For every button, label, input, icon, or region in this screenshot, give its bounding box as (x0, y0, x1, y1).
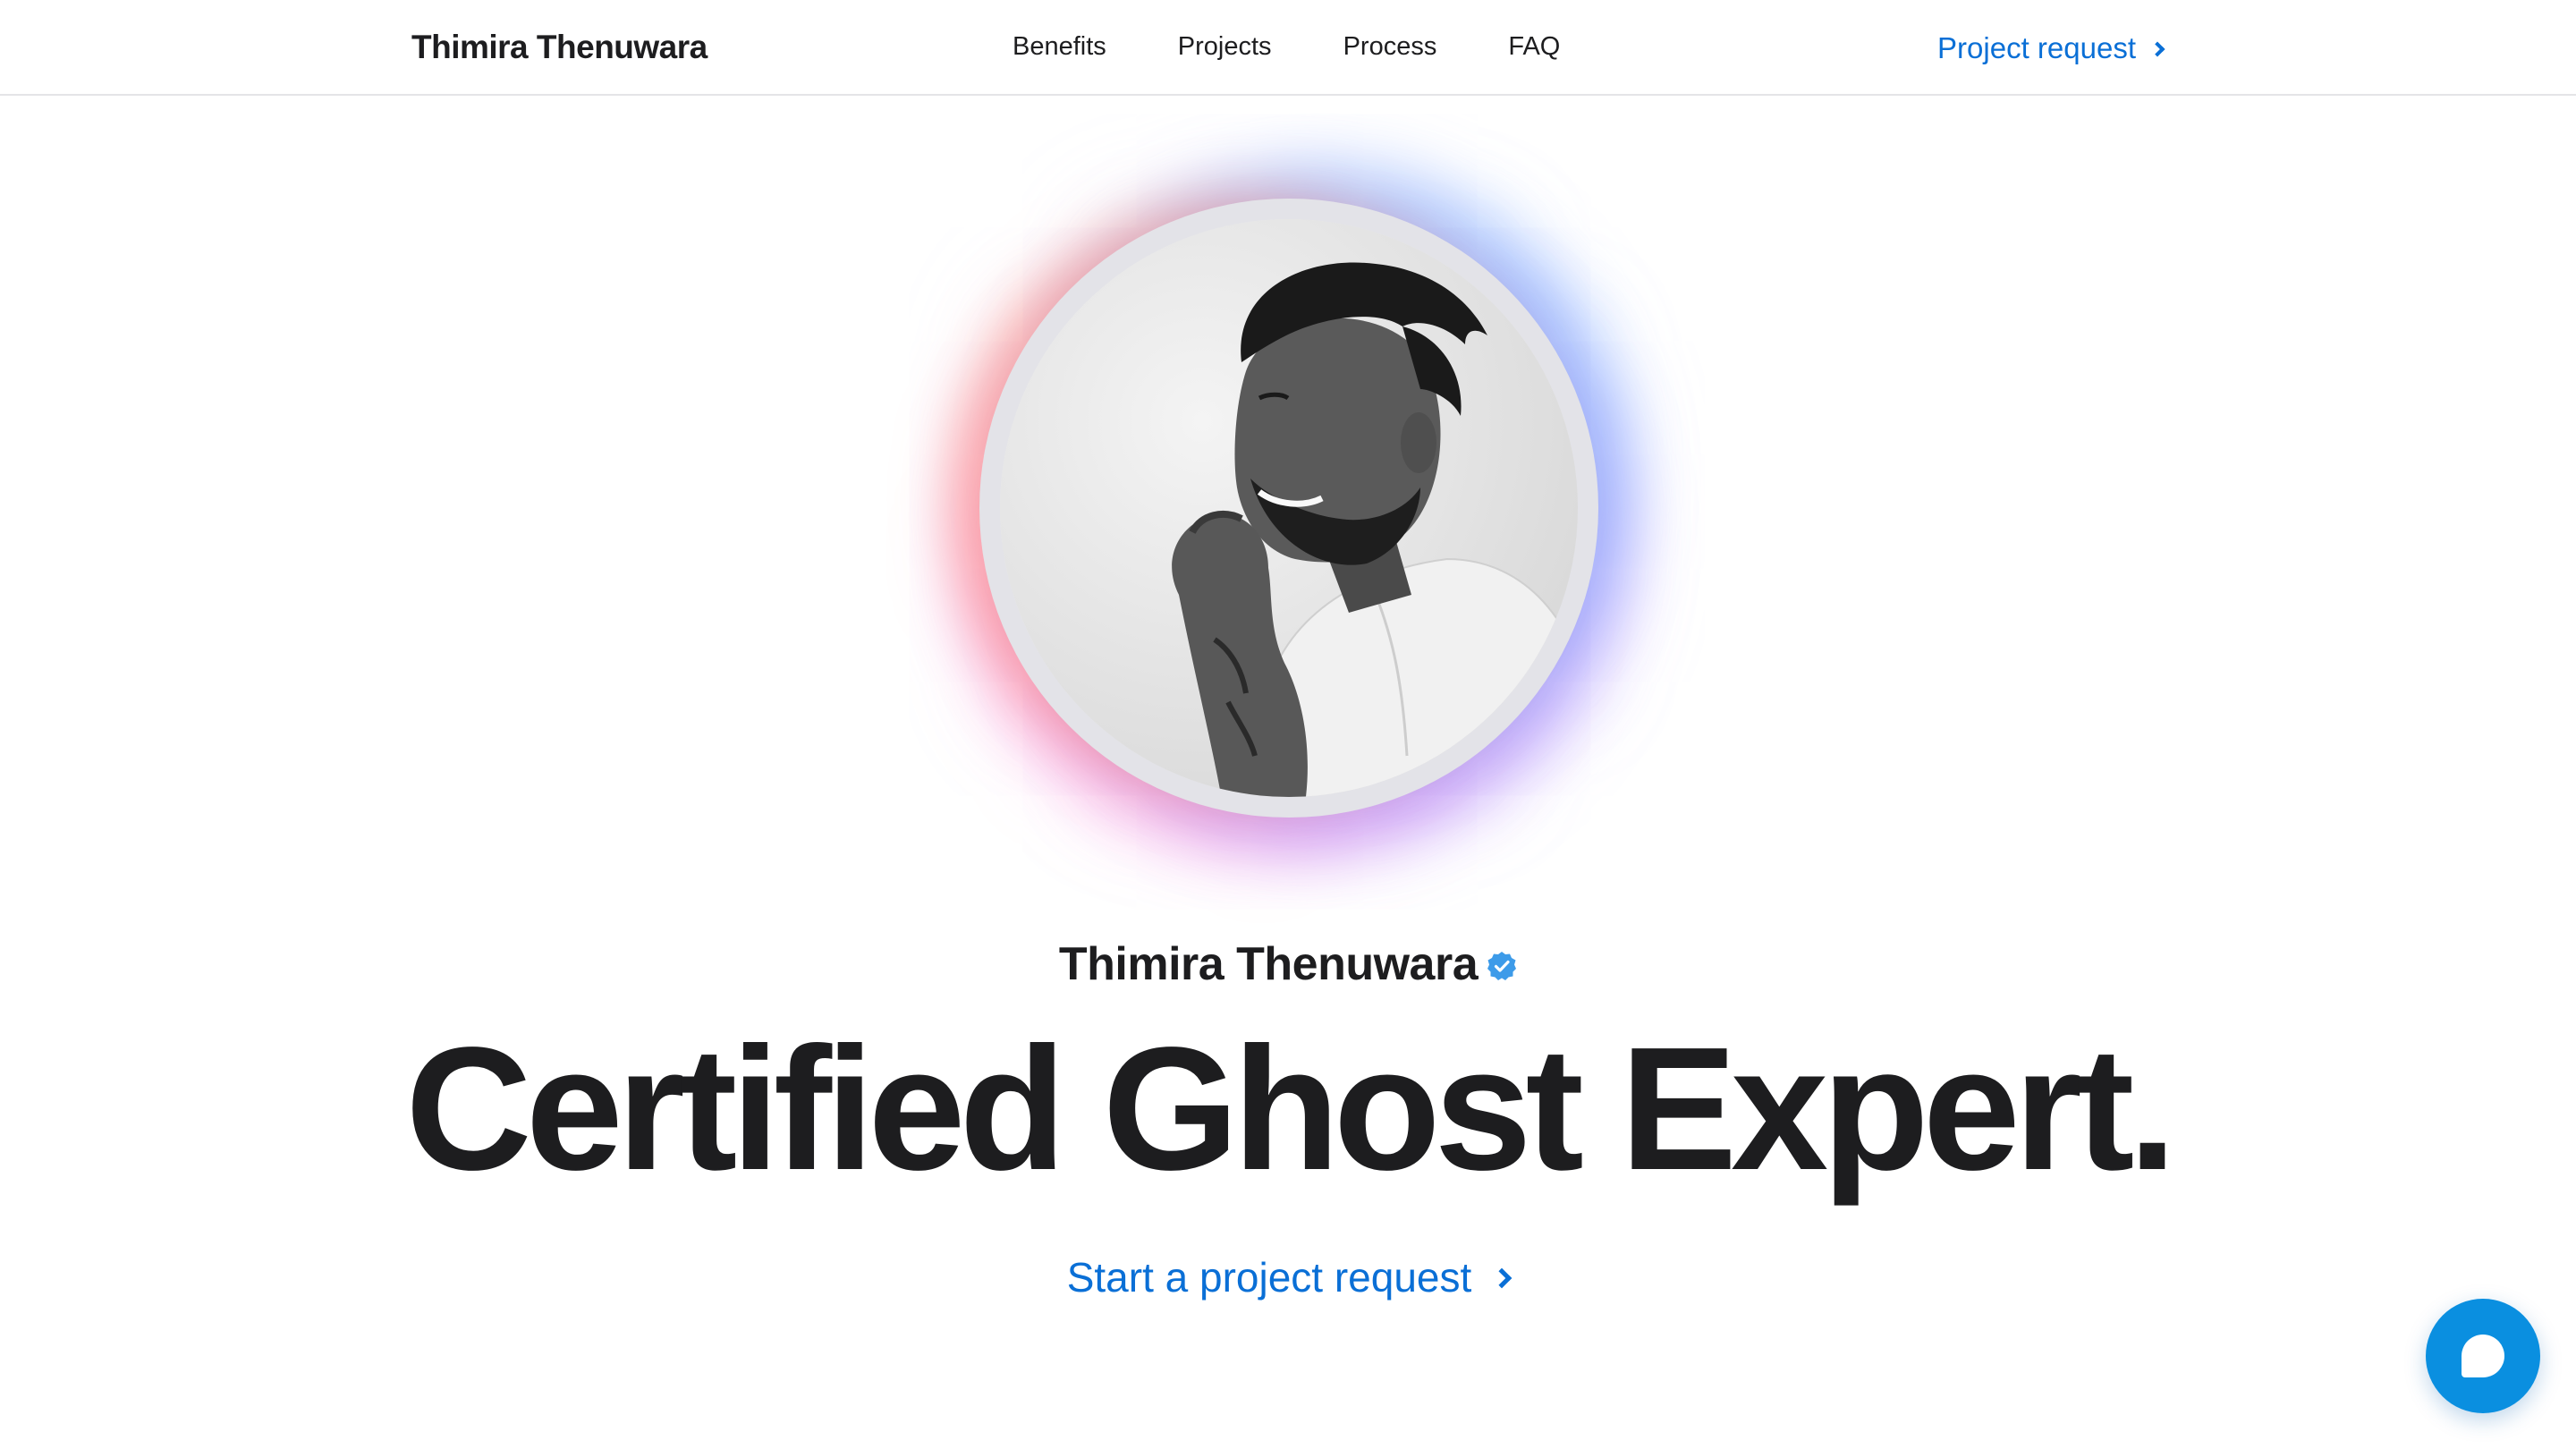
portrait-photo (1000, 219, 1578, 797)
hero-headline: Certified Ghost Expert. (405, 1011, 2177, 1207)
project-request-link[interactable]: Project request (1937, 29, 2165, 68)
profile-name-row: Thimira Thenuwara (0, 936, 2576, 993)
site-header: Thimira Thenuwara Benefits Projects Proc… (0, 0, 2576, 96)
start-project-request-link[interactable]: Start a project request (0, 1250, 2576, 1304)
nav-link-benefits[interactable]: Benefits (1013, 27, 1106, 66)
nav-link-process[interactable]: Process (1343, 27, 1437, 66)
chat-bubble-icon (2462, 1335, 2504, 1377)
avatar-glow-ring (979, 199, 1598, 818)
chevron-right-icon (1491, 1267, 1513, 1289)
start-project-request-label: Start a project request (1066, 1254, 1472, 1301)
chat-button[interactable] (2426, 1299, 2540, 1413)
brand-logo-text[interactable]: Thimira Thenuwara (411, 26, 708, 69)
chevron-right-icon (2149, 41, 2165, 57)
nav-link-faq[interactable]: FAQ (1508, 27, 1560, 66)
main-nav: Benefits Projects Process FAQ (1013, 27, 1560, 66)
avatar (1000, 219, 1578, 797)
verified-badge-icon (1487, 952, 1517, 980)
profile-name: Thimira Thenuwara (1058, 938, 1479, 990)
nav-link-projects[interactable]: Projects (1178, 27, 1272, 66)
project-request-label: Project request (1937, 31, 2136, 64)
